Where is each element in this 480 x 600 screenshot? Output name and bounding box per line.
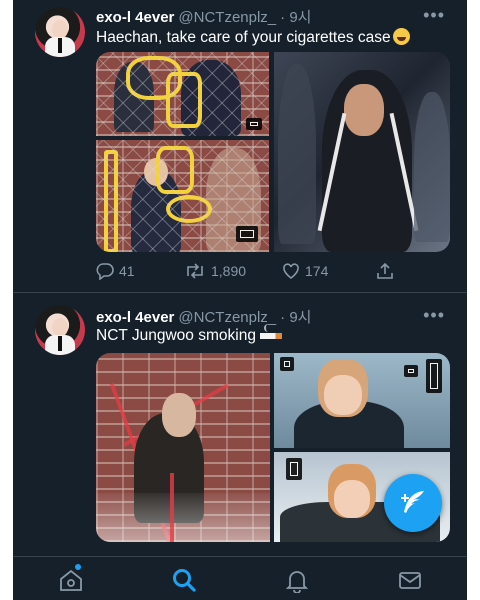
retweet-count: 1,890 bbox=[211, 263, 247, 279]
share-icon bbox=[377, 262, 393, 279]
messages-icon bbox=[399, 572, 421, 589]
retweet-icon bbox=[187, 263, 203, 279]
reply-button[interactable]: 41 bbox=[96, 262, 135, 280]
tweet-text-content: Haechan, take care of your cigarettes ca… bbox=[96, 29, 391, 46]
reply-icon bbox=[96, 263, 114, 280]
photo-1[interactable] bbox=[96, 353, 270, 542]
user-handle[interactable]: @NCTzenplz_ bbox=[178, 309, 276, 326]
tweet-header: exo-l 4ever @NCTzenplz_ · 9시 bbox=[96, 6, 311, 27]
laughing-emoji-icon bbox=[392, 28, 410, 45]
avatar[interactable] bbox=[35, 305, 85, 355]
twitter-screen: exo-l 4ever @NCTzenplz_ · 9시 ••• Haechan, … bbox=[13, 0, 467, 600]
like-button[interactable]: 174 bbox=[282, 262, 328, 280]
photo-2[interactable] bbox=[96, 140, 269, 252]
share-button[interactable] bbox=[376, 262, 394, 280]
tweet-media[interactable] bbox=[96, 52, 450, 252]
tweet-actions: 41 1,890 174 bbox=[96, 262, 436, 282]
more-options-button[interactable]: ••• bbox=[423, 306, 445, 324]
tweet-text: NCT Jungwoo smoking bbox=[96, 324, 282, 345]
notifications-icon bbox=[285, 571, 309, 594]
tweet-text: Haechan, take care of your cigarettes ca… bbox=[96, 28, 410, 47]
retweet-button[interactable]: 1,890 bbox=[184, 262, 246, 280]
photo-1[interactable] bbox=[96, 52, 269, 136]
photo-3[interactable] bbox=[274, 52, 450, 252]
home-icon bbox=[60, 569, 82, 591]
user-handle[interactable]: @NCTzenplz_ bbox=[178, 9, 276, 26]
like-count: 174 bbox=[305, 263, 329, 279]
tweet-header: exo-l 4ever @NCTzenplz_ · 9시 bbox=[96, 306, 311, 327]
photo-2[interactable] bbox=[274, 353, 450, 448]
messages-tab[interactable] bbox=[397, 567, 423, 593]
cigarette-emoji-icon bbox=[259, 324, 282, 339]
display-name[interactable]: exo-l 4ever bbox=[96, 9, 174, 26]
notification-dot bbox=[75, 564, 81, 570]
more-options-button[interactable]: ••• bbox=[423, 6, 445, 24]
tweet-time: · 9시 bbox=[280, 309, 312, 326]
bottom-navigation bbox=[13, 556, 467, 600]
compose-feather-icon bbox=[401, 491, 424, 513]
tweet[interactable]: exo-l 4ever @NCTzenplz_ · 9시 ••• Haechan, … bbox=[13, 0, 467, 292]
heart-icon bbox=[283, 263, 299, 279]
compose-tweet-button[interactable] bbox=[384, 474, 442, 532]
notifications-tab[interactable] bbox=[284, 567, 310, 594]
tweet-time: · 9시 bbox=[280, 9, 312, 26]
tweet-text-content: NCT Jungwoo smoking bbox=[96, 327, 256, 344]
reply-count: 41 bbox=[119, 263, 135, 279]
display-name[interactable]: exo-l 4ever bbox=[96, 309, 174, 326]
search-icon bbox=[173, 569, 196, 592]
avatar[interactable] bbox=[35, 7, 85, 57]
home-tab[interactable] bbox=[58, 564, 84, 593]
search-tab[interactable] bbox=[171, 567, 197, 593]
